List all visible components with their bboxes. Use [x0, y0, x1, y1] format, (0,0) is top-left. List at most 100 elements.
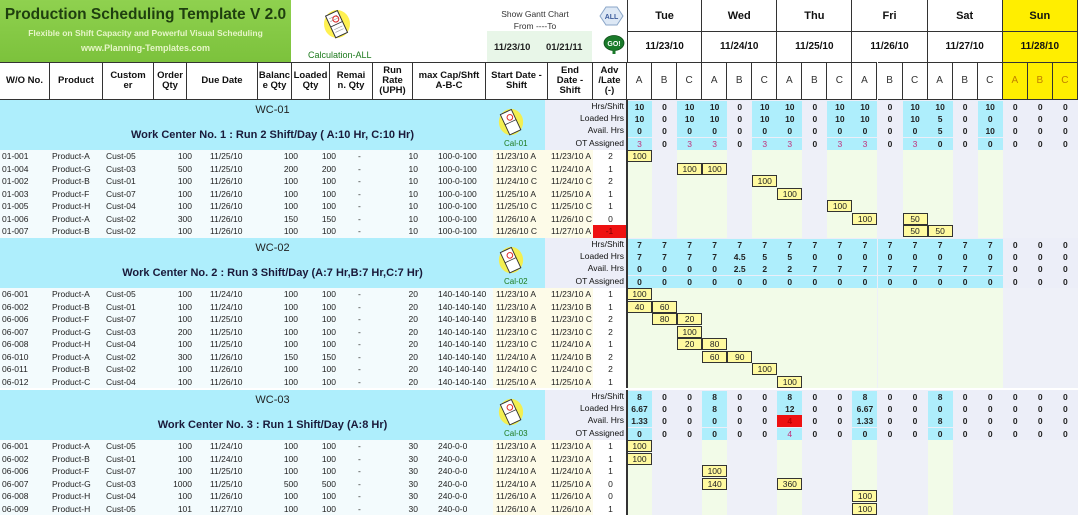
order-row[interactable]: 06-010Product-ACust-0230011/26/10150150-…: [0, 351, 1078, 364]
calendar-icon[interactable]: [497, 106, 525, 138]
gantt-bar[interactable]: 20: [677, 313, 702, 325]
summary-label-hrs-per-shift: Hrs/Shift: [543, 101, 626, 111]
calendar-icon[interactable]: [497, 244, 525, 276]
product: Product-B: [52, 225, 102, 238]
order-row[interactable]: 06-008Product-HCust-0410011/25/10100100-…: [0, 338, 1078, 351]
gantt-bar[interactable]: 80: [652, 313, 677, 325]
shift-header-a: A: [702, 62, 727, 100]
order-row[interactable]: 06-012Product-CCust-0410011/26/10100100-…: [0, 376, 1078, 389]
calendar-label[interactable]: Cal-02: [504, 277, 528, 286]
gantt-bar[interactable]: 100: [702, 163, 727, 175]
column-header-due-date[interactable]: Due Date: [187, 62, 258, 100]
gantt-to-date[interactable]: 01/21/11: [546, 42, 582, 53]
column-header-start-date[interactable]: Start Date - Shift: [486, 62, 548, 100]
gantt-bar[interactable]: 100: [852, 213, 877, 225]
calculation-all-label[interactable]: Calculation-ALL: [308, 50, 372, 60]
calendar-label[interactable]: Cal-03: [504, 429, 528, 438]
order-row[interactable]: 01-004Product-GCust-0350011/25/10200200-…: [0, 163, 1078, 176]
summary-value-loaded-hrs: 5: [752, 251, 777, 263]
wo-number: 06-007: [2, 478, 50, 491]
column-header-run-rate[interactable]: Run Rate (UPH): [373, 62, 413, 100]
gantt-bar[interactable]: 100: [852, 490, 877, 502]
go-button[interactable]: GO!: [603, 35, 625, 55]
gantt-bar[interactable]: 100: [627, 453, 652, 465]
order-row[interactable]: 06-006Product-FCust-0710011/25/10100100-…: [0, 313, 1078, 326]
gantt-bar[interactable]: 50: [928, 225, 953, 237]
loaded-qty: 100: [300, 440, 336, 453]
customer: Cust-07: [106, 465, 156, 478]
gantt-bar[interactable]: 100: [777, 188, 802, 200]
calendar-label[interactable]: Cal-01: [504, 139, 528, 148]
gantt-bar[interactable]: 60: [652, 301, 677, 313]
balance-qty: 100: [262, 490, 298, 503]
order-row[interactable]: 06-009Product-HCust-0510111/27/10100100-…: [0, 503, 1078, 515]
date-header: 11/23/10: [627, 31, 702, 62]
column-header-end-date[interactable]: End Date - Shift: [548, 62, 593, 100]
order-row[interactable]: 06-007Product-GCust-0320011/25/10100100-…: [0, 326, 1078, 339]
gantt-bar[interactable]: 100: [752, 175, 777, 187]
column-header-remain-qty[interactable]: Remai n. Qty: [330, 62, 373, 100]
gantt-bar[interactable]: 100: [777, 376, 802, 388]
column-header-wo-no[interactable]: W/O No.: [0, 62, 50, 100]
column-header-order-qty[interactable]: Order Qty: [154, 62, 187, 100]
summary-value-ot-assigned: 3: [752, 138, 777, 150]
gantt-bar[interactable]: 60: [702, 351, 727, 363]
column-header-customer[interactable]: Custom er: [103, 62, 154, 100]
gantt-bar[interactable]: 90: [727, 351, 752, 363]
summary-value-loaded-hrs: 0: [827, 251, 852, 263]
order-row[interactable]: 06-006Product-FCust-0710011/25/10100100-…: [0, 465, 1078, 478]
order-row[interactable]: 06-011Product-BCust-0210011/26/10100100-…: [0, 363, 1078, 376]
column-header-balance-qty[interactable]: Balanc e Qty: [258, 62, 292, 100]
website-link[interactable]: www.Planning-Templates.com: [0, 43, 291, 53]
order-row[interactable]: 06-002Product-BCust-0110011/24/10100100-…: [0, 453, 1078, 466]
gantt-bar[interactable]: 50: [903, 213, 928, 225]
gantt-bar[interactable]: 100: [677, 163, 702, 175]
order-row[interactable]: 01-002Product-BCust-0110011/26/10100100-…: [0, 175, 1078, 188]
gantt-bar[interactable]: 100: [627, 288, 652, 300]
column-header-loaded-qty[interactable]: Loaded Qty: [292, 62, 330, 100]
order-row[interactable]: 06-008Product-HCust-0410011/26/10100100-…: [0, 490, 1078, 503]
gantt-bar[interactable]: 140: [702, 478, 727, 490]
gantt-bar[interactable]: 100: [627, 440, 652, 452]
gantt-bar[interactable]: 100: [702, 465, 727, 477]
summary-value-hrs-per-shift: 0: [802, 101, 827, 113]
summary-value-ot-assigned: 0: [953, 428, 978, 440]
show-all-button[interactable]: ALL: [599, 5, 624, 27]
gantt-bar[interactable]: 20: [677, 338, 702, 350]
end-date-shift: 11/26/10 A: [551, 490, 599, 503]
balance-qty: 100: [262, 338, 298, 351]
due-date: 11/25/10: [210, 150, 255, 163]
order-row[interactable]: 01-001Product-ACust-0510011/25/10100100-…: [0, 150, 1078, 163]
order-row[interactable]: 01-005Product-HCust-0410011/26/10100100-…: [0, 200, 1078, 213]
summary-value-ot-assigned: 0: [652, 138, 677, 150]
order-row[interactable]: 06-002Product-BCust-0110011/24/10100100-…: [0, 301, 1078, 314]
calendar-calculation-icon[interactable]: [322, 8, 352, 40]
column-header-product[interactable]: Product: [50, 62, 103, 100]
wo-number: 01-007: [2, 225, 50, 238]
column-header-adv-late[interactable]: Adv /Late (-): [593, 62, 627, 100]
order-row[interactable]: 06-001Product-ACust-0510011/24/10100100-…: [0, 440, 1078, 453]
remain-qty: -: [358, 288, 378, 301]
gantt-bar[interactable]: 50: [903, 225, 928, 237]
work-center-description: Work Center No. 1 : Run 2 Shift/Day ( A:…: [0, 129, 545, 141]
summary-value-hrs-per-shift: 0: [878, 391, 903, 403]
wo-number: 06-002: [2, 301, 50, 314]
gantt-bar[interactable]: 100: [677, 326, 702, 338]
gantt-bar[interactable]: 100: [852, 503, 877, 515]
gantt-from-date[interactable]: 11/23/10: [494, 42, 530, 53]
column-header-max-cap[interactable]: max Cap/Shft A-B-C: [413, 62, 486, 100]
customer: Cust-02: [106, 213, 156, 226]
max-cap: 140-140-140: [438, 301, 488, 314]
gantt-bar[interactable]: 100: [752, 363, 777, 375]
gantt-bar[interactable]: 40: [627, 301, 652, 313]
order-row[interactable]: 06-007Product-GCust-03100011/25/10500500…: [0, 478, 1078, 491]
gantt-bar[interactable]: 100: [627, 150, 652, 162]
gantt-bar[interactable]: 360: [777, 478, 802, 490]
order-row[interactable]: 06-001Product-ACust-0510011/24/10100100-…: [0, 288, 1078, 301]
gantt-bar[interactable]: 80: [702, 338, 727, 350]
order-row[interactable]: 01-003Product-FCust-0710011/26/10100100-…: [0, 188, 1078, 201]
summary-label-loaded-hrs: Loaded Hrs: [543, 251, 626, 261]
calendar-icon[interactable]: [497, 396, 525, 428]
gantt-bar[interactable]: 100: [827, 200, 852, 212]
product: Product-B: [52, 175, 102, 188]
